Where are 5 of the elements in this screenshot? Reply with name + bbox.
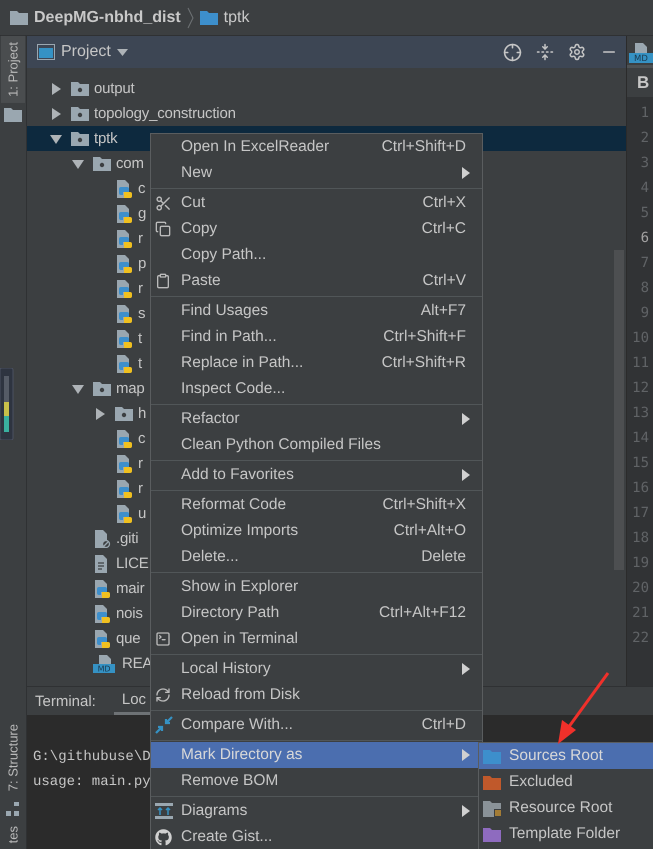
terminal-title: Terminal: [35,692,96,712]
terminal-line: usage: main.py [33,773,151,792]
editor-heading: B [627,68,653,97]
line-number: 6 [640,228,650,248]
terminal-line: G:\githubuse\D [33,748,151,767]
